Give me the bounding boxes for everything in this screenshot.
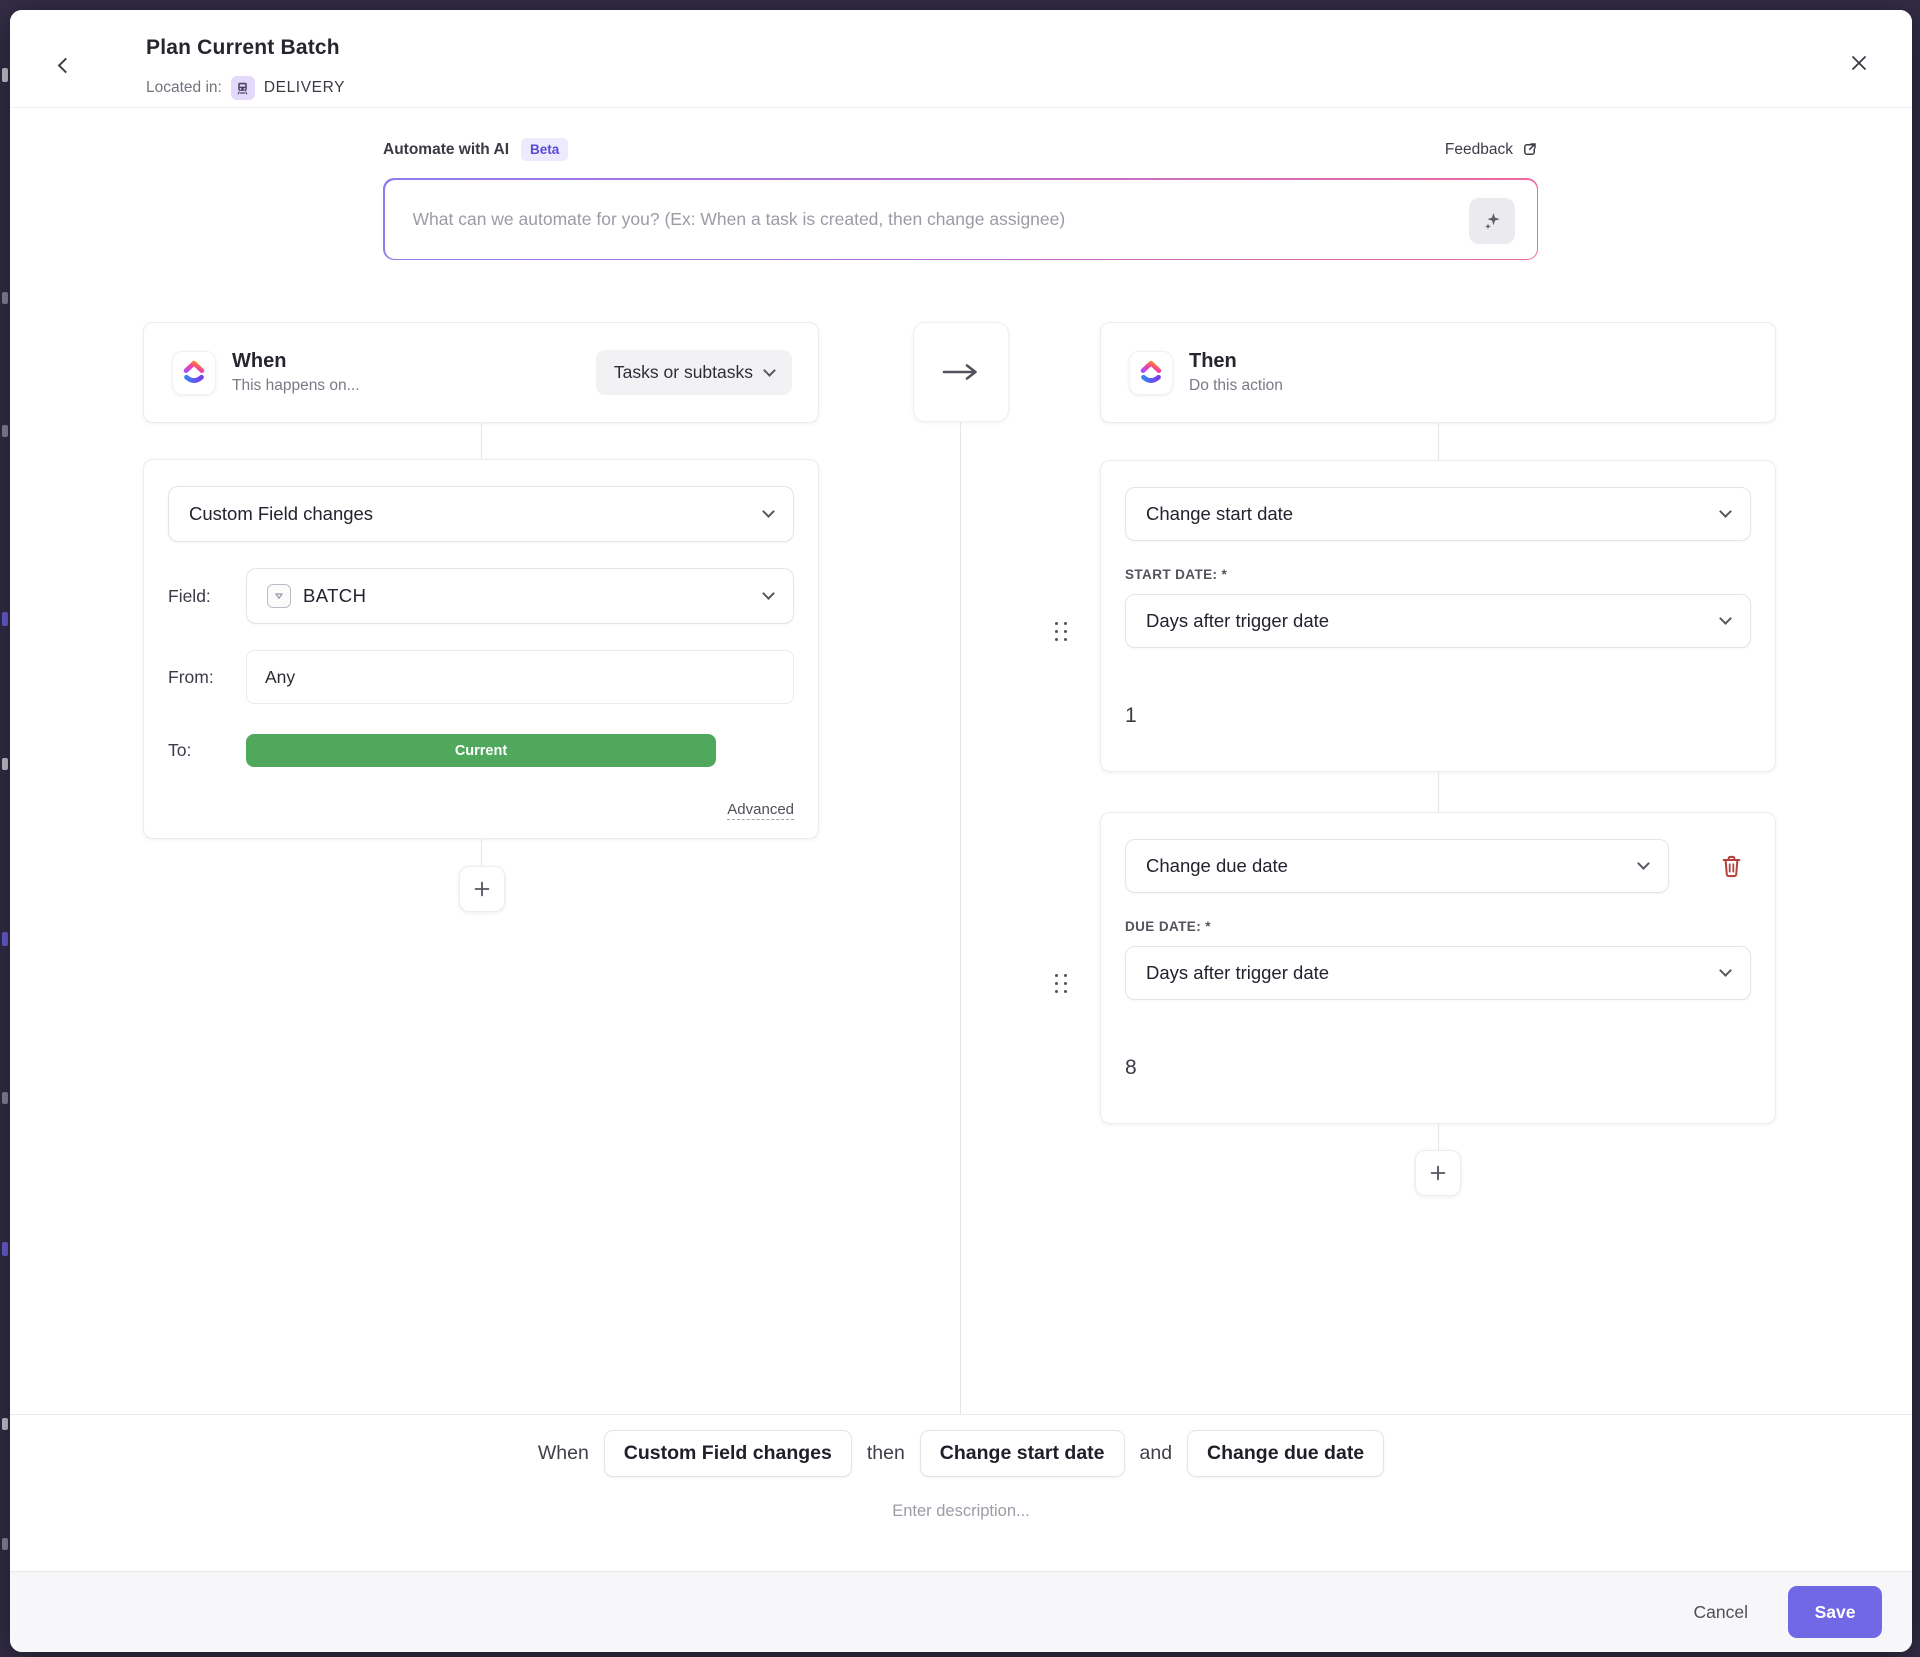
start-date-label: START DATE: * [1125, 567, 1751, 582]
close-button[interactable] [1844, 48, 1874, 78]
ai-prompt-container [383, 178, 1538, 260]
sparkle-icon [1480, 209, 1504, 233]
from-value: Any [265, 667, 295, 688]
delete-action-button[interactable] [1711, 846, 1751, 886]
connector-line [960, 422, 961, 1414]
from-label: From: [168, 667, 246, 688]
action-type-value: Change start date [1146, 503, 1293, 525]
chevron-down-icon [763, 364, 776, 377]
connector-line [481, 423, 482, 459]
summary-action1-chip[interactable]: Change start date [920, 1430, 1125, 1477]
located-in-label: Located in: [146, 79, 222, 97]
when-header-text: When This happens on... [232, 350, 360, 395]
clickup-logo-icon [172, 351, 216, 395]
summary-trigger-chip[interactable]: Custom Field changes [604, 1430, 852, 1477]
breadcrumb: Located in: DELIVERY [146, 76, 345, 100]
automation-editor-modal: Plan Current Batch Located in: DELIVERY … [10, 10, 1912, 1652]
add-action-button[interactable] [1415, 1150, 1461, 1196]
to-value: Current [455, 743, 507, 759]
page-title: Plan Current Batch [146, 36, 340, 60]
modal-footer: Cancel Save [10, 1571, 1912, 1652]
ai-prompt-input[interactable] [385, 180, 1537, 259]
due-date-days-value[interactable]: 8 [1125, 1056, 1751, 1080]
due-date-label: DUE DATE: * [1125, 919, 1751, 934]
trigger-card: Custom Field changes Field: BATCH From: … [143, 459, 819, 839]
then-title: Then [1189, 350, 1283, 373]
from-value-field[interactable]: Any [246, 650, 794, 704]
close-icon [1849, 53, 1869, 73]
action-card-due-date: Change due date DUE DATE: * Days after t… [1100, 812, 1776, 1124]
summary-and-word: and [1140, 1442, 1173, 1465]
action-type-dropdown[interactable]: Change due date [1125, 839, 1669, 893]
train-icon [235, 81, 250, 96]
to-value-tag[interactable]: Current [246, 734, 716, 767]
ai-label: Automate with AI [383, 141, 509, 159]
description-input[interactable]: Enter description... [10, 1502, 1912, 1521]
plus-icon [471, 878, 493, 900]
action-card-start-date: Change start date START DATE: * Days aft… [1100, 460, 1776, 772]
when-then-arrow-card [913, 322, 1009, 422]
field-dropdown[interactable]: BATCH [246, 568, 794, 624]
start-date-mode-value: Days after trigger date [1146, 610, 1329, 632]
connector-line [1438, 772, 1439, 812]
field-label: Field: [168, 586, 246, 607]
then-card: Then Do this action [1100, 322, 1776, 423]
automation-summary: When Custom Field changes then Change st… [10, 1430, 1912, 1477]
trigger-type-value: Custom Field changes [189, 503, 373, 525]
location-name: DELIVERY [264, 79, 345, 97]
due-date-mode-dropdown[interactable]: Days after trigger date [1125, 946, 1751, 1000]
arrow-right-icon [940, 361, 982, 383]
feedback-label: Feedback [1445, 141, 1513, 159]
when-title: When [232, 350, 360, 373]
feedback-link[interactable]: Feedback [1445, 141, 1538, 159]
action-type-value: Change due date [1146, 855, 1288, 877]
trash-icon [1718, 853, 1745, 880]
start-date-days-value[interactable]: 1 [1125, 704, 1751, 728]
summary-action2-chip[interactable]: Change due date [1187, 1430, 1384, 1477]
beta-badge: Beta [521, 138, 568, 161]
dropdown-field-type-icon [267, 584, 291, 608]
due-date-mode-value: Days after trigger date [1146, 962, 1329, 984]
summary-divider [10, 1414, 1912, 1415]
scope-value: Tasks or subtasks [614, 362, 753, 383]
trigger-type-dropdown[interactable]: Custom Field changes [168, 486, 794, 542]
chevron-down-icon [1637, 857, 1650, 870]
back-button[interactable] [50, 50, 80, 80]
scope-dropdown[interactable]: Tasks or subtasks [596, 350, 792, 395]
chevron-down-icon [762, 587, 775, 600]
connector-line [1438, 423, 1439, 460]
then-subtitle: Do this action [1189, 377, 1283, 395]
chevron-down-icon [762, 505, 775, 518]
summary-when-word: When [538, 1442, 589, 1465]
summary-then-word: then [867, 1442, 905, 1465]
add-trigger-button[interactable] [459, 866, 505, 912]
chevron-left-icon [57, 57, 73, 73]
save-button[interactable]: Save [1788, 1586, 1882, 1638]
when-card: When This happens on... Tasks or subtask… [143, 322, 819, 423]
when-subtitle: This happens on... [232, 377, 360, 395]
field-value: BATCH [303, 585, 366, 607]
ai-submit-button[interactable] [1469, 198, 1515, 244]
ai-section-header: Automate with AI Beta Feedback [383, 138, 1538, 161]
start-date-mode-dropdown[interactable]: Days after trigger date [1125, 594, 1751, 648]
drag-handle[interactable] [1055, 622, 1071, 646]
cancel-button[interactable]: Cancel [1694, 1602, 1748, 1623]
action-type-dropdown[interactable]: Change start date [1125, 487, 1751, 541]
advanced-link[interactable]: Advanced [727, 801, 794, 820]
external-link-icon [1521, 141, 1538, 158]
modal-header: Plan Current Batch Located in: DELIVERY [10, 10, 1912, 108]
chevron-down-icon [1719, 612, 1732, 625]
to-label: To: [168, 740, 246, 761]
clickup-logo-icon [1129, 351, 1173, 395]
connector-line [1438, 1124, 1439, 1150]
drag-handle[interactable] [1055, 974, 1071, 998]
list-avatar [231, 76, 255, 100]
then-header-text: Then Do this action [1189, 350, 1283, 395]
plus-icon [1427, 1162, 1449, 1184]
chevron-down-icon [1719, 505, 1732, 518]
connector-line [481, 839, 482, 866]
chevron-down-icon [1719, 964, 1732, 977]
